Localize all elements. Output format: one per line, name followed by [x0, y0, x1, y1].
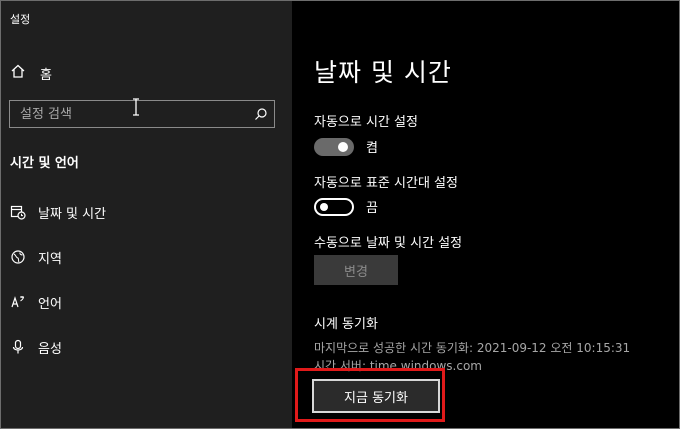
sidebar-item-label: 지역: [38, 251, 62, 267]
section-title: 시간 및 언어: [10, 156, 79, 171]
manual-time-label: 수동으로 날짜 및 시간 설정: [314, 236, 463, 251]
auto-time-toggle[interactable]: [314, 137, 354, 156]
sync-now-button[interactable]: 지금 동기화: [312, 379, 440, 413]
calendar-clock-icon: [10, 204, 26, 220]
auto-timezone-state: 끔: [366, 201, 378, 216]
microphone-icon: [10, 339, 26, 355]
auto-time-row: 켬: [314, 137, 378, 156]
sidebar: 설정 홈 시간 및 언어 날짜 및 시간 지역 언어: [1, 1, 292, 428]
search-icon[interactable]: [248, 101, 274, 127]
globe-icon: [10, 249, 26, 265]
page-title: 날짜 및 시간: [314, 58, 452, 87]
home-icon: [10, 63, 26, 83]
auto-timezone-label: 자동으로 표준 시간대 설정: [314, 176, 458, 191]
sidebar-item-region[interactable]: 지역: [10, 245, 280, 269]
auto-timezone-row: 끔: [314, 197, 378, 216]
text-cursor-icon: [131, 98, 141, 120]
change-button[interactable]: 변경: [314, 255, 398, 285]
auto-time-state: 켬: [366, 141, 378, 156]
search-box[interactable]: [9, 100, 275, 128]
main-content: 날짜 및 시간 자동으로 시간 설정 켬 자동으로 표준 시간대 설정 끔 수동…: [292, 1, 679, 428]
sidebar-item-label: 음성: [38, 341, 62, 357]
sync-section-title: 시계 동기화: [314, 317, 378, 332]
last-sync-info: 마지막으로 성공한 시간 동기화: 2021-09-12 오전 10:15:31: [314, 341, 631, 355]
toggle-knob: [338, 141, 348, 152]
sidebar-item-speech[interactable]: 음성: [10, 335, 280, 359]
language-icon: [10, 294, 26, 310]
home-label: 홈: [40, 67, 52, 83]
toggle-knob: [320, 202, 328, 211]
auto-time-label: 자동으로 시간 설정: [314, 115, 418, 130]
sidebar-item-date-time[interactable]: 날짜 및 시간: [10, 200, 280, 224]
sidebar-item-language[interactable]: 언어: [10, 290, 280, 314]
sidebar-item-label: 언어: [38, 296, 62, 312]
home-nav-item[interactable]: 홈: [10, 61, 280, 85]
auto-timezone-toggle[interactable]: [314, 197, 354, 216]
sidebar-item-label: 날짜 및 시간: [38, 206, 107, 222]
app-title: 설정: [10, 13, 31, 26]
search-input[interactable]: [10, 105, 248, 123]
